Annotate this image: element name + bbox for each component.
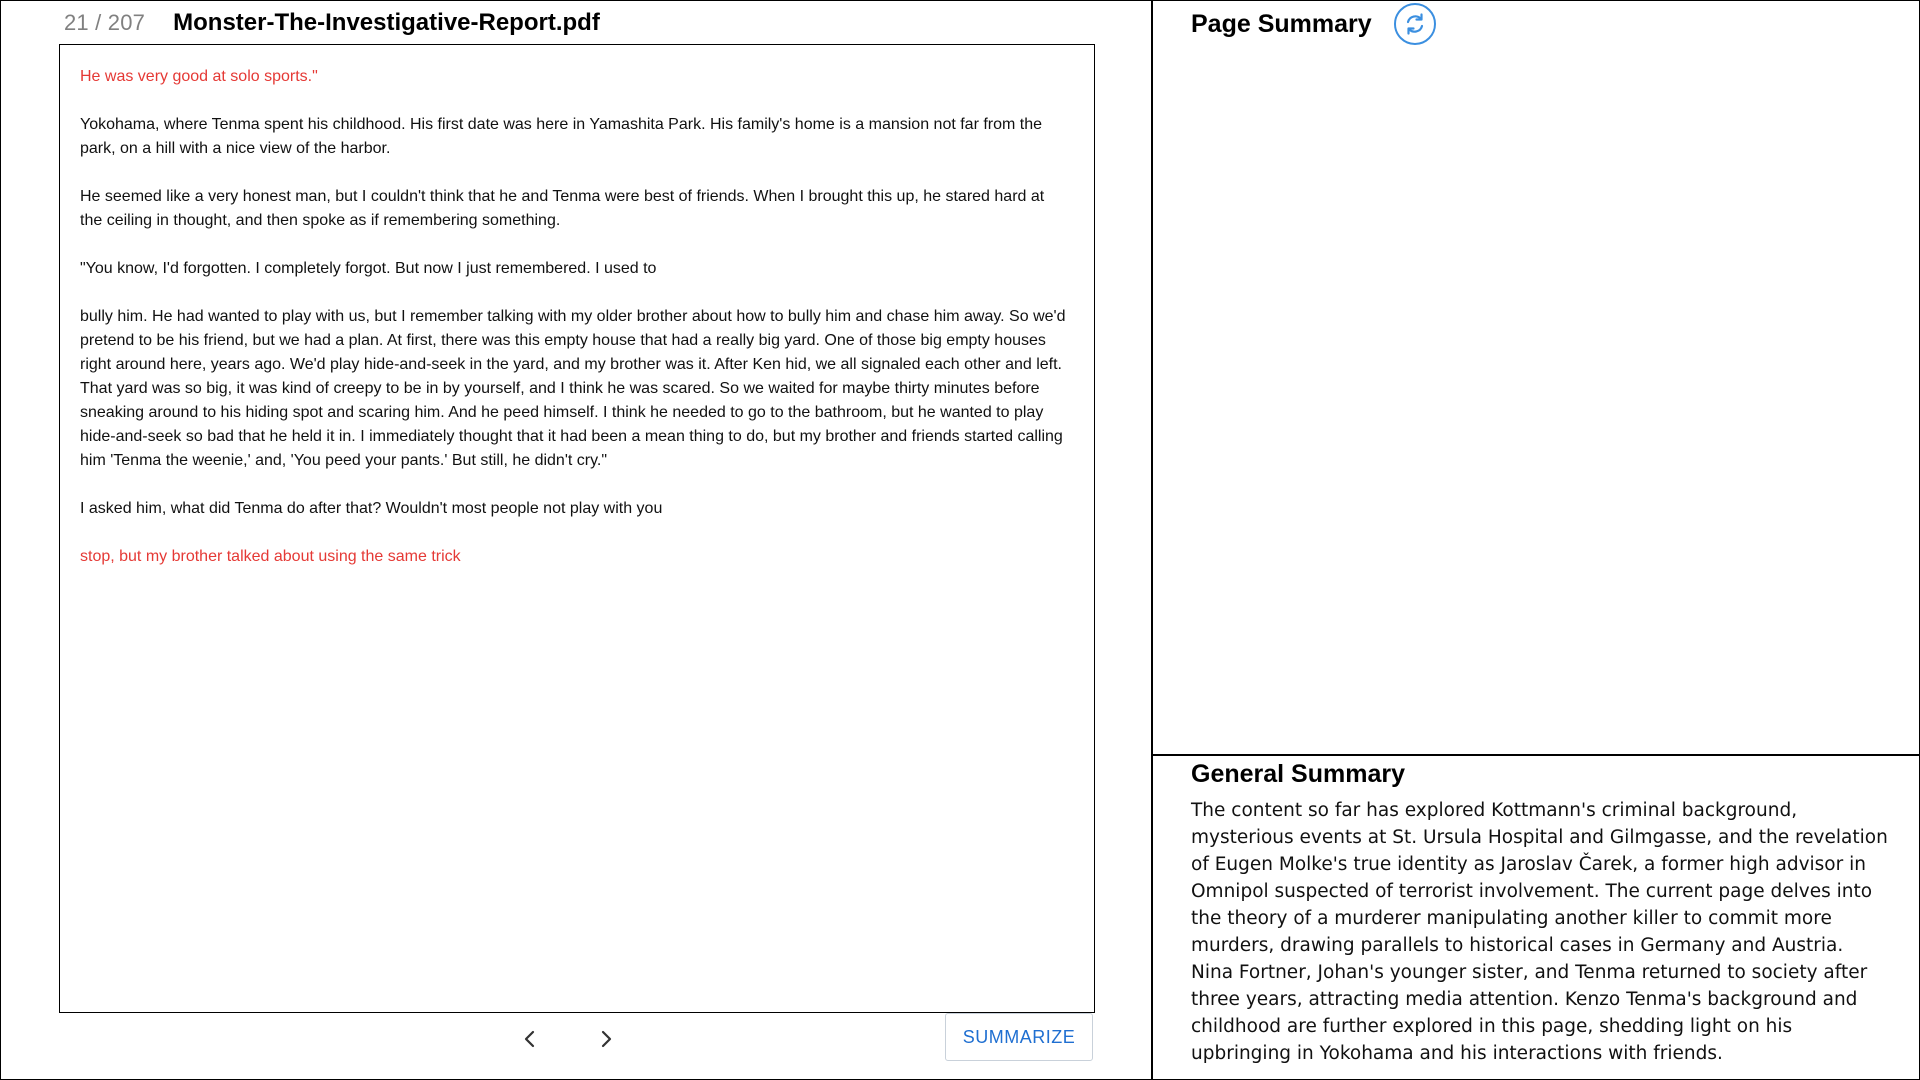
pdf-paragraph: Yokohama, where Tenma spent his childhoo…: [80, 116, 1043, 157]
pdf-paragraph: He seemed like a very honest man, but I …: [80, 188, 1045, 229]
general-summary-text: The content so far has explored Kottmann…: [1191, 800, 1888, 1064]
refresh-summary-button[interactable]: [1393, 3, 1436, 45]
document-title: Monster-The-Investigative-Report.pdf: [173, 9, 600, 36]
summarize-button[interactable]: SUMMARIZE: [945, 1013, 1093, 1061]
pdf-viewer-pane: 21 / 207 Monster-The-Investigative-Repor…: [0, 0, 1152, 1080]
pdf-paragraph: He was very good at solo sports.": [80, 68, 318, 85]
previous-page-button[interactable]: [515, 1024, 545, 1054]
page-summary-header: Page Summary: [1191, 3, 1436, 45]
horizontal-divider: [1152, 754, 1920, 756]
pdf-page-text: He was very good at solo sports." Yokoham…: [80, 65, 1070, 593]
chevron-right-icon: [601, 1030, 612, 1048]
refresh-icon: [1406, 13, 1423, 35]
vertical-divider: [1151, 0, 1153, 1080]
pdf-page: He was very good at solo sports." Yokoham…: [59, 44, 1095, 1013]
pdf-paragraph: "You know, I'd forgotten. I completely f…: [80, 260, 657, 277]
general-summary-title: General Summary: [1191, 760, 1405, 788]
pdf-paragraph: stop, but my brother talked about using …: [80, 548, 461, 565]
pdf-paragraph: I asked him, what did Tenma do after tha…: [80, 500, 663, 517]
next-page-button[interactable]: [591, 1024, 621, 1054]
document-header: 21 / 207 Monster-The-Investigative-Repor…: [64, 6, 600, 40]
pdf-paragraph: bully him. He had wanted to play with us…: [80, 308, 1066, 469]
page-navigation: [515, 1024, 621, 1054]
chevron-left-icon: [524, 1030, 535, 1048]
page-summary-title: Page Summary: [1191, 9, 1372, 38]
page-indicator: 21 / 207: [64, 10, 146, 35]
